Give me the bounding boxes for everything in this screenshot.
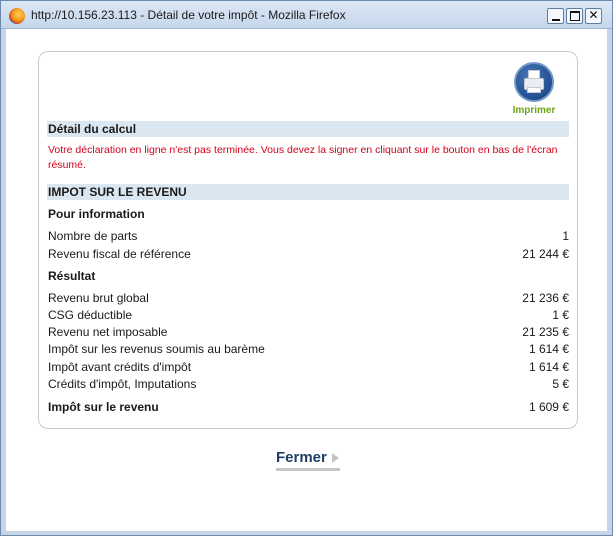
row-value: 1 614 € bbox=[528, 360, 569, 374]
browser-window: http://10.156.23.113 - Détail de votre i… bbox=[0, 0, 613, 536]
result-row-scale-tax: Impôt sur les revenus soumis au barème 1… bbox=[48, 341, 569, 357]
row-label: Revenu fiscal de référence bbox=[48, 247, 191, 261]
row-label: Impôt sur le revenu bbox=[48, 400, 159, 414]
arrow-right-icon bbox=[332, 453, 339, 463]
window-title: http://10.156.23.113 - Détail de votre i… bbox=[31, 8, 346, 22]
row-value: 1 € bbox=[552, 308, 569, 322]
title-bar: http://10.156.23.113 - Détail de votre i… bbox=[1, 1, 612, 29]
row-value: 5 € bbox=[552, 377, 569, 391]
maximize-icon bbox=[570, 11, 580, 21]
close-underline bbox=[276, 468, 340, 471]
close-label[interactable]: Fermer bbox=[276, 449, 327, 466]
signature-warning: Votre déclaration en ligne n'est pas ter… bbox=[48, 144, 558, 171]
row-value: 1 609 € bbox=[528, 400, 569, 414]
result-row-tax-before-credits: Impôt avant crédits d'impôt 1 614 € bbox=[48, 359, 569, 375]
minimize-button[interactable] bbox=[547, 8, 564, 24]
row-value: 21 235 € bbox=[522, 325, 569, 339]
page-content: Imprimer Détail du calcul Votre déclarat… bbox=[6, 29, 607, 531]
print-button[interactable]: Imprimer bbox=[506, 62, 562, 116]
result-subheading: Résultat bbox=[48, 269, 96, 283]
row-value: 21 236 € bbox=[522, 291, 569, 305]
result-row-tax-credits: Crédits d'impôt, Imputations 5 € bbox=[48, 376, 569, 392]
info-row-reference-income: Revenu fiscal de référence 21 244 € bbox=[48, 246, 569, 262]
row-value: 1 614 € bbox=[528, 342, 569, 356]
row-label: Impôt avant crédits d'impôt bbox=[48, 360, 192, 374]
firefox-icon bbox=[9, 8, 25, 24]
close-window-button[interactable]: ✕ bbox=[585, 8, 602, 24]
row-value: 21 244 € bbox=[522, 247, 569, 261]
result-row-net-income: Revenu net imposable 21 235 € bbox=[48, 324, 569, 340]
close-button[interactable]: Fermer bbox=[276, 449, 346, 471]
printer-tray-shape bbox=[527, 87, 541, 93]
total-income-tax-row: Impôt sur le revenu 1 609 € bbox=[48, 399, 569, 415]
row-label: Crédits d'impôt, Imputations bbox=[48, 377, 197, 391]
row-label: Impôt sur les revenus soumis au barème bbox=[48, 342, 265, 356]
income-tax-heading: IMPOT SUR LE REVENU bbox=[47, 184, 569, 200]
row-label: Nombre de parts bbox=[48, 229, 138, 243]
print-label[interactable]: Imprimer bbox=[506, 105, 562, 116]
result-row-csg: CSG déductible 1 € bbox=[48, 307, 569, 323]
row-value: 1 bbox=[562, 229, 569, 243]
printer-icon bbox=[514, 62, 554, 102]
info-row-parts: Nombre de parts 1 bbox=[48, 228, 569, 244]
maximize-button[interactable] bbox=[566, 8, 583, 24]
row-label: Revenu brut global bbox=[48, 291, 149, 305]
tax-detail-panel: Imprimer Détail du calcul Votre déclarat… bbox=[38, 51, 578, 429]
row-label: CSG déductible bbox=[48, 308, 133, 322]
info-subheading: Pour information bbox=[48, 207, 145, 221]
row-label: Revenu net imposable bbox=[48, 325, 168, 339]
minimize-icon bbox=[552, 19, 560, 21]
detail-heading: Détail du calcul bbox=[47, 121, 569, 137]
result-row-gross-income: Revenu brut global 21 236 € bbox=[48, 290, 569, 306]
